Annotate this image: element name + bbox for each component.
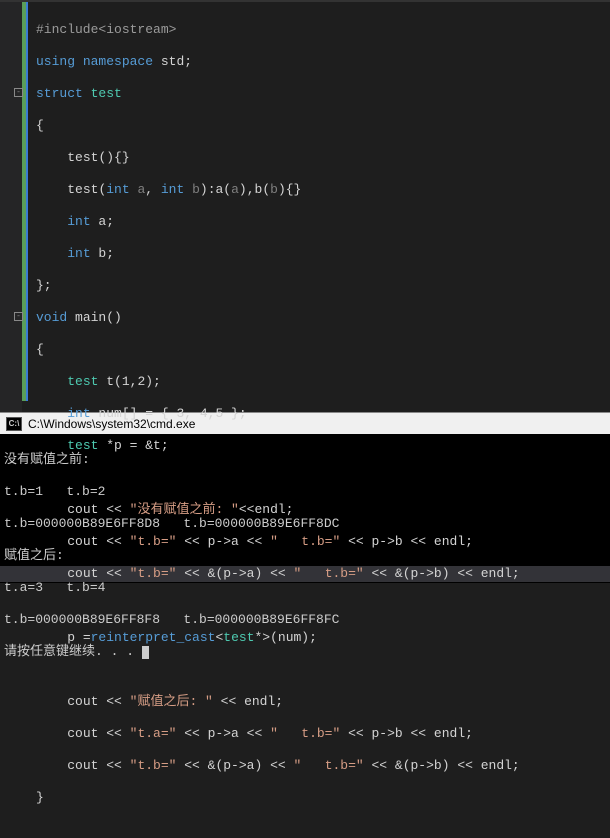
preproc: #include [36,22,98,37]
kw-int: int [161,182,184,197]
text: cout << [67,534,129,549]
text: < [215,630,223,645]
brace: { [36,118,610,134]
func: main() [67,310,122,325]
kw-int: int [67,214,90,229]
string: "t.b=" [130,566,177,581]
text: , [145,182,161,197]
kw-cast: reinterpret_cast [91,630,216,645]
text: t(1,2); [98,374,160,389]
kw-int: int [67,246,90,261]
kw-int: int [67,406,90,421]
brace: } [36,790,610,806]
gutter [0,2,22,412]
text: << p->b << endl; [340,534,473,549]
text: << endl; [213,694,283,709]
text: ),b( [239,182,270,197]
text: *p = &t; [98,438,168,453]
outline-bar [26,2,28,401]
text: cout << [67,758,129,773]
class-name: test [67,374,98,389]
blank [36,470,610,486]
brace: }; [36,278,610,294]
class-name: test [67,438,98,453]
kw-namespace: namespace [83,54,153,69]
fold-icon[interactable]: - [14,88,23,97]
kw-int: int [106,182,129,197]
text: (){} [98,150,129,165]
string: " t.b=" [270,534,340,549]
text: << p->a << [176,534,270,549]
string: "t.a=" [130,726,177,741]
string: "赋值之后: " [130,694,213,709]
ctor: test [67,182,98,197]
param: b [184,182,200,197]
param: a [231,182,239,197]
blank [36,662,610,678]
text: std; [153,54,192,69]
kw-void: void [36,310,67,325]
text: << &(p->b) << endl; [364,758,520,773]
text: b; [91,246,114,261]
string: " t.b=" [293,566,363,581]
text: a; [91,214,114,229]
string: " t.b=" [293,758,363,773]
text: p = [67,630,90,645]
text: ){} [278,182,301,197]
text: <<endl; [239,502,294,517]
param: b [270,182,278,197]
text: << p->b << endl; [340,726,473,741]
text: << p->a << [176,726,270,741]
class-name: test [91,86,122,101]
text: << &(p->b) << endl; [364,566,520,581]
ctor: test [67,150,98,165]
fold-icon[interactable]: - [14,312,23,321]
text: cout << [67,694,129,709]
param: a [130,182,146,197]
string: "t.b=" [130,758,177,773]
brace: { [36,342,610,358]
class-name: test [223,630,254,645]
kw-struct: struct [36,86,83,101]
kw-using: using [36,54,75,69]
text: *>(num); [254,630,316,645]
current-line: cout << "t.b=" << &(p->a) << " t.b=" << … [0,566,610,582]
text: << &(p->a) << [176,566,293,581]
string: "没有赋值之前: " [130,502,239,517]
text: << &(p->a) << [176,758,293,773]
string: "t.b=" [130,534,177,549]
text: ):a( [200,182,231,197]
header: <iostream> [98,22,176,37]
text: cout << [67,726,129,741]
blank [36,598,610,614]
code-content[interactable]: #include<iostream> using namespace std; … [0,2,610,838]
text: num[] = { 3, 4,5 }; [91,406,247,421]
string: " t.b=" [270,726,340,741]
text: cout << [67,502,129,517]
code-editor[interactable]: #include<iostream> using namespace std; … [0,0,610,412]
text: cout << [67,566,129,581]
